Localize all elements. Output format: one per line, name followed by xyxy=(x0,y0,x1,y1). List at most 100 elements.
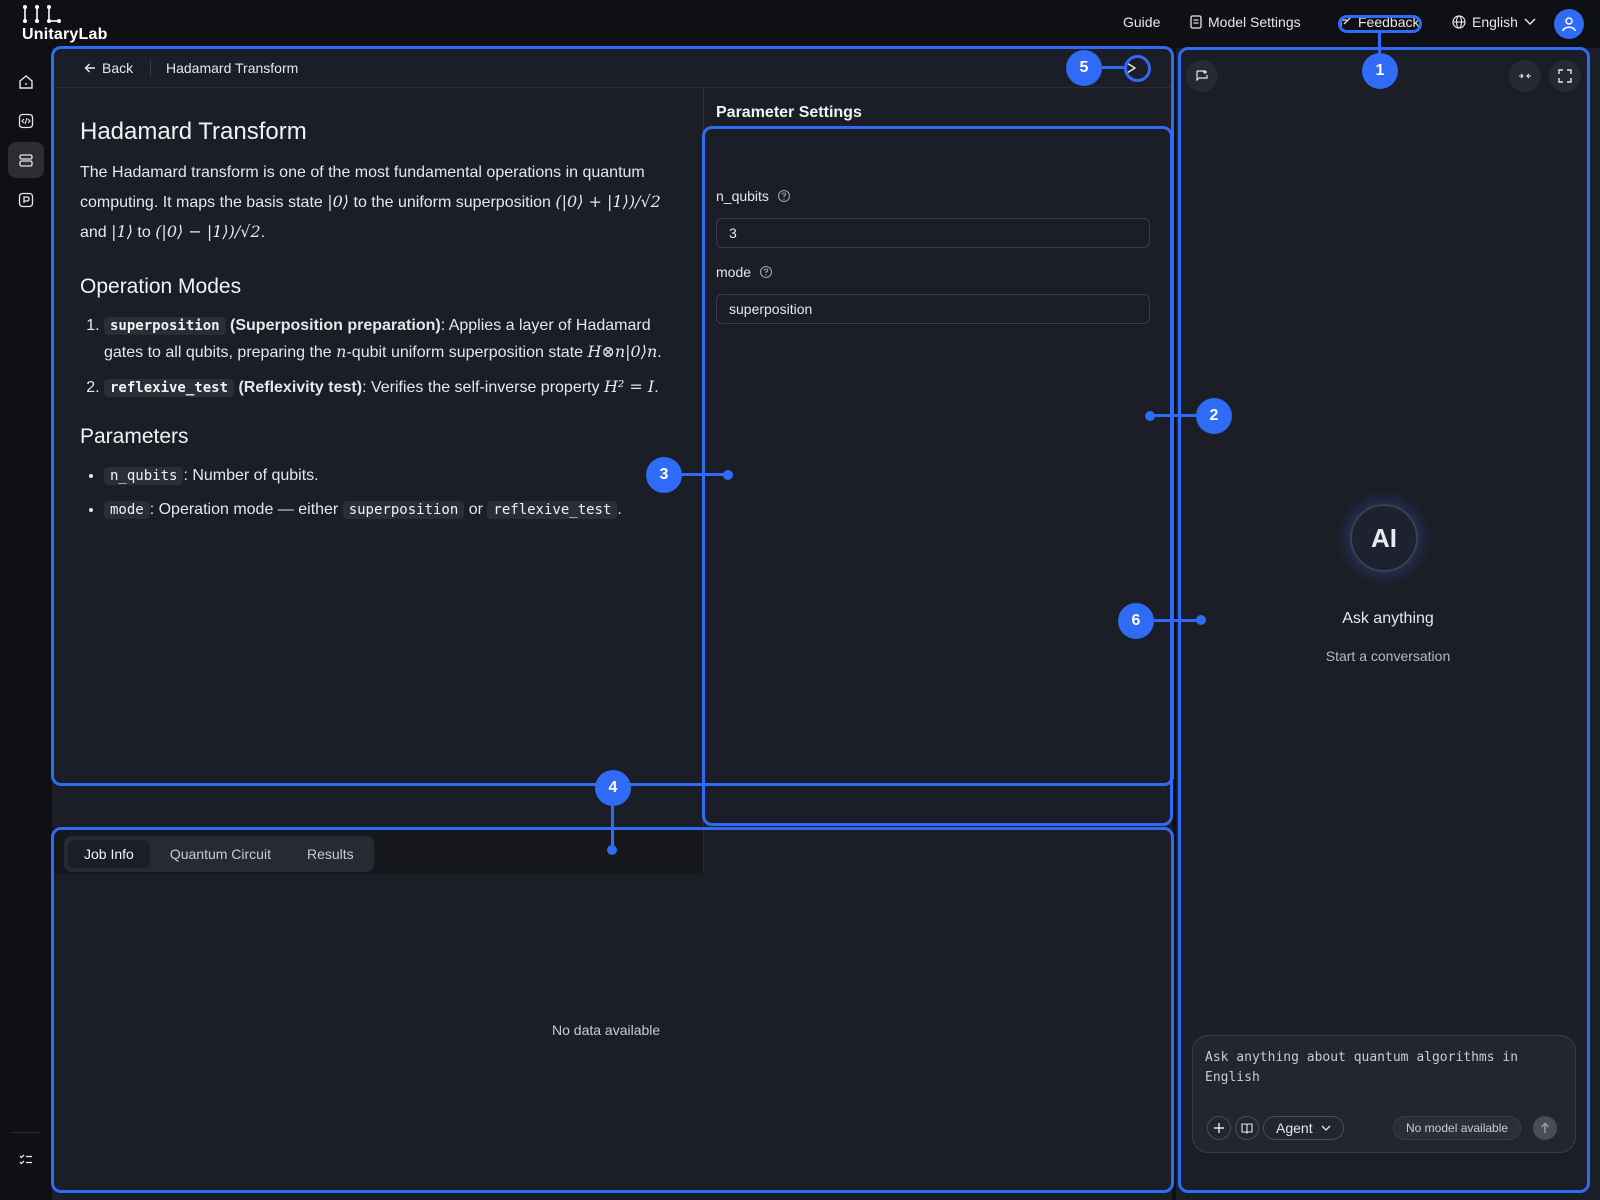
arrow-up-icon xyxy=(1541,1122,1549,1133)
back-label: Back xyxy=(102,60,134,76)
stack-icon xyxy=(19,154,33,167)
new-chat-icon xyxy=(1196,70,1208,82)
annotation-badge-4: 4 xyxy=(595,770,631,806)
mode-item-reflexive: reflexive_test (Reflexivity test): Verif… xyxy=(104,374,680,401)
collapse-icon xyxy=(1519,73,1531,79)
ai-avatar: AI xyxy=(1350,504,1418,572)
tab-quantum-circuit[interactable]: Quantum Circuit xyxy=(154,840,287,868)
book-icon xyxy=(1241,1123,1253,1134)
annotation-dot xyxy=(723,470,733,480)
annotation-dot xyxy=(607,845,617,855)
user-avatar-button[interactable] xyxy=(1554,9,1584,39)
main-panel: Back Hadamard Transform Hadamard Transfo… xyxy=(52,48,1172,1200)
mode-text: . xyxy=(657,344,662,361)
rail-code-button[interactable] xyxy=(8,103,44,139)
nav-feedback-label: Feedback xyxy=(1358,14,1420,30)
agent-mode-select[interactable]: Agent xyxy=(1263,1116,1344,1140)
param-text: or xyxy=(464,501,488,518)
parameter-settings-title: Parameter Settings xyxy=(716,104,862,121)
expand-icon xyxy=(1558,69,1572,83)
language-label: English xyxy=(1472,14,1518,30)
rail-tasks-button[interactable] xyxy=(8,1142,44,1178)
math-h2-identity: H² = I xyxy=(603,377,655,396)
field-label-text: mode xyxy=(716,264,752,280)
breadcrumb-title: Hadamard Transform xyxy=(166,60,299,76)
annotation-badge-3: 3 xyxy=(646,457,682,493)
chat-empty-title: Ask anything xyxy=(1342,610,1434,627)
tab-job-info[interactable]: Job Info xyxy=(68,840,150,868)
collapse-panel-button[interactable] xyxy=(1509,60,1541,92)
tab-results[interactable]: Results xyxy=(291,840,370,868)
chevron-down-icon xyxy=(1321,1125,1331,1131)
chat-empty-subtitle: Start a conversation xyxy=(1325,648,1451,664)
annotation-connector xyxy=(611,806,614,846)
rail-p-button[interactable] xyxy=(8,182,44,218)
doc-title: Hadamard Transform xyxy=(80,118,307,145)
feedback-icon xyxy=(1340,16,1352,27)
model-select[interactable]: No model available xyxy=(1393,1116,1522,1140)
param-text: . xyxy=(617,501,622,518)
top-bar: UnitaryLab Guide Model Settings Feedback… xyxy=(0,0,1600,48)
mode-item-superposition: superposition (Superposition preparation… xyxy=(104,313,680,366)
attach-button[interactable] xyxy=(1207,1116,1231,1140)
intro-text: and xyxy=(80,224,112,241)
nav-model-settings-label: Model Settings xyxy=(1208,14,1301,30)
nav-guide-label: Guide xyxy=(1123,14,1161,30)
chevron-down-icon xyxy=(1524,18,1536,26)
chat-panel: AI Ask anything Start a conversation Age… xyxy=(1176,48,1600,1200)
field-label-mode: mode xyxy=(716,264,773,280)
mode-text: . xyxy=(654,379,659,396)
modes-list: superposition (Superposition preparation… xyxy=(104,313,680,401)
code-reflexive-test: reflexive_test xyxy=(487,501,618,519)
chat-input[interactable] xyxy=(1205,1048,1535,1092)
empty-state-text: No data available xyxy=(552,1022,661,1038)
field-label-text: n_qubits xyxy=(716,188,769,204)
intro-text: to xyxy=(132,224,156,241)
mode-text: : Verifies the self-inverse property xyxy=(362,379,604,396)
header-divider xyxy=(150,60,151,76)
code-n-qubits: n_qubits xyxy=(104,467,184,485)
math-plus-state: (|0⟩ + |1⟩)/√2 xyxy=(555,192,661,211)
rail-home-button[interactable] xyxy=(8,64,44,100)
param-item-mode: mode: Operation mode — either superposit… xyxy=(104,497,680,523)
checklist-icon xyxy=(19,1154,32,1165)
result-tabs: Job Info Quantum Circuit Results xyxy=(64,836,374,872)
code-superposition: superposition xyxy=(342,501,465,519)
param-text: : Number of qubits. xyxy=(183,467,319,484)
code-reflexive-test: reflexive_test xyxy=(104,379,235,397)
fullscreen-button[interactable] xyxy=(1549,60,1581,92)
n-qubits-input[interactable] xyxy=(716,218,1150,248)
nav-guide[interactable]: Guide xyxy=(1123,14,1160,30)
document-icon xyxy=(1190,15,1202,29)
nav-model-settings[interactable]: Model Settings xyxy=(1190,14,1301,30)
annotation-connector xyxy=(1154,619,1200,622)
help-icon[interactable] xyxy=(777,189,791,203)
app-logo[interactable]: UnitaryLab xyxy=(22,4,112,44)
knowledge-button[interactable] xyxy=(1235,1116,1259,1140)
annotation-badge-2: 2 xyxy=(1196,398,1232,434)
math-minus-state: (|0⟩ − |1⟩)/√2 xyxy=(155,222,261,241)
mode-input[interactable] xyxy=(716,294,1150,324)
field-label-n-qubits: n_qubits xyxy=(716,188,791,204)
math-ket0: |0⟩ xyxy=(327,192,350,211)
math-ket1: |1⟩ xyxy=(111,222,133,241)
help-icon[interactable] xyxy=(759,265,773,279)
modes-heading: Operation Modes xyxy=(80,275,242,298)
nav-feedback[interactable]: Feedback xyxy=(1340,14,1419,30)
new-chat-button[interactable] xyxy=(1186,60,1218,92)
param-item-n-qubits: n_qubits: Number of qubits. xyxy=(104,463,680,489)
chat-composer: Agent No model available xyxy=(1192,1035,1576,1153)
math-n: n xyxy=(336,342,347,361)
annotation-connector xyxy=(1102,66,1126,69)
math-hn-state: H⊗n|0⟩n xyxy=(587,342,658,361)
back-button[interactable]: Back xyxy=(84,60,133,76)
rail-library-button[interactable] xyxy=(8,142,44,178)
send-button[interactable] xyxy=(1533,1116,1557,1140)
annotation-connector xyxy=(1378,33,1381,53)
annotation-badge-5: 5 xyxy=(1066,50,1102,86)
language-selector[interactable]: English xyxy=(1452,14,1536,30)
home-icon xyxy=(19,75,33,89)
logo-mark-icon xyxy=(23,5,61,23)
intro-text: to the uniform superposition xyxy=(349,194,556,211)
annotation-connector xyxy=(1150,414,1200,417)
